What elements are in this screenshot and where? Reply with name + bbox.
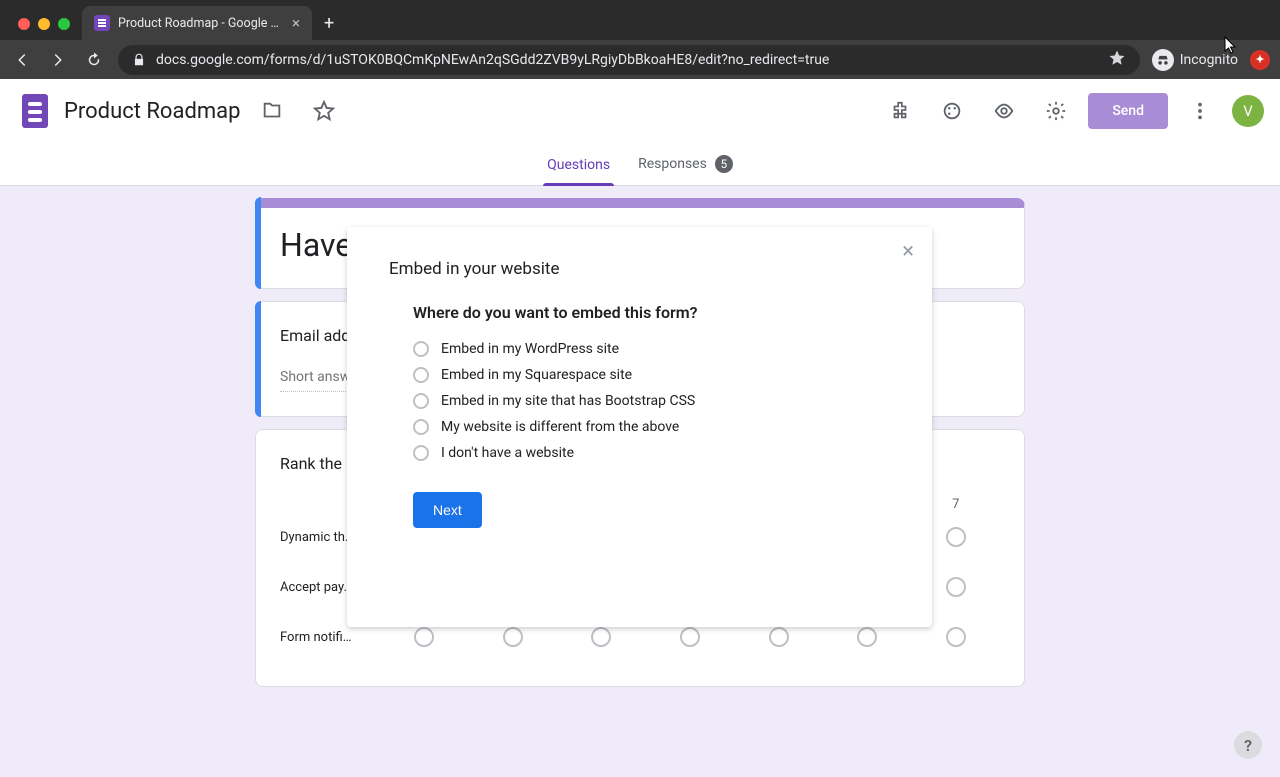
addons-icon[interactable] xyxy=(880,91,920,131)
favicon-icon xyxy=(94,15,110,31)
send-button[interactable]: Send xyxy=(1088,93,1168,129)
embed-option-other[interactable]: My website is different from the above xyxy=(413,414,890,440)
back-button[interactable] xyxy=(10,48,34,72)
modal-close-icon[interactable]: × xyxy=(902,241,914,263)
move-to-folder-icon[interactable] xyxy=(252,91,292,131)
embed-option-wordpress[interactable]: Embed in my WordPress site xyxy=(413,336,890,362)
reload-button[interactable] xyxy=(82,48,106,72)
toolbar: docs.google.com/forms/d/1uSTOK0BQCmKpNEw… xyxy=(0,40,1280,79)
lock-icon xyxy=(132,53,146,67)
radio-icon xyxy=(413,367,429,383)
window-controls xyxy=(8,18,82,40)
grid-radio[interactable] xyxy=(680,627,700,647)
grid-radio[interactable] xyxy=(857,627,877,647)
modal-title: Embed in your website xyxy=(389,259,890,279)
grid-radio[interactable] xyxy=(414,627,434,647)
address-bar[interactable]: docs.google.com/forms/d/1uSTOK0BQCmKpNEw… xyxy=(118,45,1140,75)
form-tabs: Questions Responses 5 xyxy=(0,143,1280,186)
star-icon[interactable] xyxy=(304,91,344,131)
account-avatar[interactable]: V xyxy=(1232,95,1264,127)
bookmark-star-icon[interactable] xyxy=(1108,49,1126,71)
grid-radio[interactable] xyxy=(946,627,966,647)
tab-responses[interactable]: Responses 5 xyxy=(624,155,747,185)
response-count-badge: 5 xyxy=(715,155,733,173)
grid-row-label: Form notifi… xyxy=(280,630,380,645)
help-button[interactable]: ? xyxy=(1234,731,1262,759)
modal-subtitle: Where do you want to embed this form? xyxy=(413,303,890,322)
incognito-indicator: Incognito xyxy=(1152,49,1238,71)
tab-title: Product Roadmap - Google Form xyxy=(118,16,284,31)
grid-radio[interactable] xyxy=(769,627,789,647)
radio-icon xyxy=(413,419,429,435)
page: Product Roadmap Send V Questions Respons… xyxy=(0,79,1280,777)
forward-button[interactable] xyxy=(46,48,70,72)
radio-icon xyxy=(413,393,429,409)
tab-close-icon[interactable]: × xyxy=(292,16,300,31)
preview-icon[interactable] xyxy=(984,91,1024,131)
browser-chrome: Product Roadmap - Google Form × + docs.g… xyxy=(0,0,1280,79)
palette-icon[interactable] xyxy=(932,91,972,131)
embed-option-list: Embed in my WordPress site Embed in my S… xyxy=(413,336,890,466)
tab-questions[interactable]: Questions xyxy=(533,157,624,185)
more-menu-icon[interactable] xyxy=(1180,91,1220,131)
window-minimize-icon[interactable] xyxy=(38,18,50,30)
window-close-icon[interactable] xyxy=(18,18,30,30)
embed-option-squarespace[interactable]: Embed in my Squarespace site xyxy=(413,362,890,388)
forms-header: Product Roadmap Send V xyxy=(0,79,1280,143)
embed-modal: × Embed in your website Where do you wan… xyxy=(347,227,932,627)
extension-badge-icon[interactable]: ✦ xyxy=(1250,50,1270,70)
window-maximize-icon[interactable] xyxy=(58,18,70,30)
grid-radio[interactable] xyxy=(946,577,966,597)
radio-icon xyxy=(413,341,429,357)
radio-icon xyxy=(413,445,429,461)
settings-gear-icon[interactable] xyxy=(1036,91,1076,131)
incognito-icon xyxy=(1152,49,1174,71)
next-button[interactable]: Next xyxy=(413,492,482,528)
grid-radio[interactable] xyxy=(503,627,523,647)
new-tab-button[interactable]: + xyxy=(312,13,346,40)
embed-option-bootstrap[interactable]: Embed in my site that has Bootstrap CSS xyxy=(413,388,890,414)
embed-option-none[interactable]: I don't have a website xyxy=(413,440,890,466)
document-title[interactable]: Product Roadmap xyxy=(64,99,240,124)
grid-radio[interactable] xyxy=(946,527,966,547)
grid-radio[interactable] xyxy=(591,627,611,647)
tab-strip: Product Roadmap - Google Form × + xyxy=(0,0,1280,40)
incognito-label: Incognito xyxy=(1180,52,1238,68)
browser-tab[interactable]: Product Roadmap - Google Form × xyxy=(82,6,312,40)
url-text: docs.google.com/forms/d/1uSTOK0BQCmKpNEw… xyxy=(156,52,829,68)
google-forms-logo-icon[interactable] xyxy=(22,94,48,128)
